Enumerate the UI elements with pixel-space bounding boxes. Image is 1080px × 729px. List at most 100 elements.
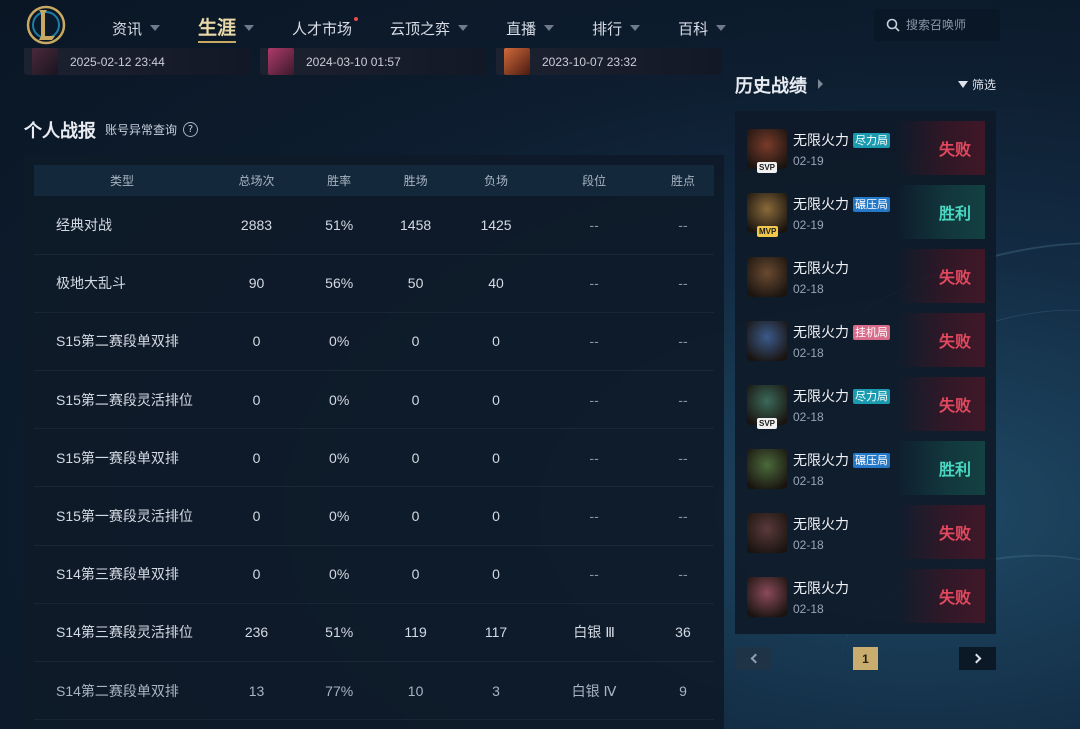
nav-item[interactable]: 人才市场: [292, 16, 359, 39]
match-row[interactable]: SVP 无限火力 尽力局 02-18 失败: [747, 377, 985, 433]
table-cell: --: [651, 312, 714, 372]
champion-avatar: SVP: [747, 129, 787, 173]
column-header: 胜率: [302, 165, 376, 196]
account-check-link[interactable]: 账号异常查询 ?: [105, 121, 199, 138]
filter-button[interactable]: 筛选: [958, 76, 996, 93]
column-header: 负场: [455, 165, 537, 196]
nav-item-label: 生涯: [198, 13, 237, 43]
table-cell: 0: [455, 370, 537, 430]
match-row[interactable]: 无限火力 碾压局 02-18 胜利: [747, 441, 985, 497]
match-row[interactable]: SVP 无限火力 尽力局 02-19 失败: [747, 121, 985, 177]
table-cell: 77%: [302, 661, 376, 721]
table-cell: 0: [455, 486, 537, 546]
match-tag: 尽力局: [853, 132, 890, 148]
match-row[interactable]: MVP 无限火力 碾压局 02-19 胜利: [747, 185, 985, 241]
table-cell: --: [536, 428, 652, 488]
game-mode: 无限火力: [793, 261, 849, 277]
chevron-right-icon[interactable]: [818, 79, 823, 89]
lol-logo-icon[interactable]: [26, 4, 66, 46]
match-result: 失败: [895, 505, 985, 559]
video-card[interactable]: 2025-02-12 23:44: [24, 48, 250, 75]
table-row: 经典对战 2883 51% 1458 1425 -- --: [34, 196, 714, 255]
table-cell: --: [651, 428, 714, 488]
match-result: 失败: [895, 121, 985, 175]
chevron-down-icon: [716, 25, 727, 31]
match-row[interactable]: 无限火力 02-18 失败: [747, 249, 985, 305]
match-result: 失败: [895, 313, 985, 367]
table-cell: 13: [210, 661, 303, 721]
champion-avatar: [747, 257, 787, 297]
table-cell: --: [651, 254, 714, 313]
column-header: 胜场: [375, 165, 456, 196]
table-cell: 0: [210, 428, 303, 488]
table-row: S14第三赛段单双排 0 0% 0 0 -- --: [34, 545, 714, 604]
table-cell: 0: [455, 545, 537, 604]
table-header: 类型 总场次 胜率 胜场 负场 段位 胜点: [34, 165, 714, 196]
table-cell: --: [651, 545, 714, 604]
next-page-button[interactable]: [959, 647, 996, 670]
queue-type-cell: S15第一赛段单双排: [34, 428, 210, 488]
video-card[interactable]: 2024-03-10 01:57: [260, 48, 486, 75]
game-mode: 无限火力: [793, 389, 849, 405]
nav-item[interactable]: 资讯: [112, 18, 161, 39]
filter-icon: [958, 81, 968, 88]
medal-badge: SVP: [757, 162, 778, 173]
nav-item[interactable]: 百科: [678, 18, 727, 39]
champion-avatar: SVP: [747, 385, 787, 429]
video-time: 2023-10-07 23:32: [542, 54, 637, 69]
table-cell: 50: [375, 254, 456, 313]
table-cell: 40: [455, 254, 537, 313]
queue-type-cell: S15第一赛段灵活排位: [34, 486, 210, 546]
table-row: S15第二赛段灵活排位 0 0% 0 0 -- --: [34, 370, 714, 430]
nav-item[interactable]: 云顶之弈: [390, 18, 469, 39]
nav-item-label: 云顶之弈: [390, 19, 451, 38]
match-row[interactable]: 无限火力 02-18 失败: [747, 569, 985, 625]
table-cell: 0: [375, 428, 456, 488]
table-cell: 9: [651, 661, 714, 721]
match-tag: 尽力局: [853, 388, 890, 404]
video-thumbnail: [504, 48, 530, 75]
nav-item[interactable]: 排行: [592, 18, 641, 39]
table-row: 极地大乱斗 90 56% 50 40 -- --: [34, 254, 714, 313]
match-row[interactable]: 无限火力 挂机局 02-18 失败: [747, 313, 985, 369]
account-check-label: 账号异常查询: [105, 123, 178, 137]
nav-item-label: 排行: [592, 19, 623, 38]
help-icon[interactable]: ?: [183, 122, 199, 137]
table-cell: 0%: [302, 370, 376, 430]
table-cell: 白银 Ⅳ: [536, 661, 652, 721]
table-cell: 51%: [302, 196, 376, 255]
table-cell: 119: [375, 603, 456, 663]
page-number[interactable]: 1: [853, 647, 878, 670]
match-result: 失败: [895, 377, 985, 431]
table-cell: --: [651, 370, 714, 430]
video-time: 2024-03-10 01:57: [306, 54, 401, 69]
video-card[interactable]: 2023-10-07 23:32: [496, 48, 722, 75]
nav-item-label: 资讯: [112, 19, 143, 38]
stats-table: 类型 总场次 胜率 胜场 负场 段位 胜点 经典对战 2883 51% 1458 1425 -- -- 极…: [34, 165, 714, 721]
champion-avatar: [747, 321, 787, 361]
nav-item-label: 人才市场: [292, 19, 353, 38]
match-tag: 挂机局: [853, 324, 890, 340]
search-box[interactable]: [874, 9, 1000, 41]
prev-page-button[interactable]: [735, 647, 772, 670]
nav-item[interactable]: 生涯: [198, 13, 255, 43]
table-cell: --: [536, 312, 652, 372]
search-icon: [886, 18, 900, 32]
table-row: S15第一赛段灵活排位 0 0% 0 0 -- --: [34, 486, 714, 546]
video-thumbnail: [268, 48, 294, 75]
table-cell: 0: [210, 370, 303, 430]
match-row[interactable]: 无限火力 02-18 失败: [747, 505, 985, 561]
nav-item[interactable]: 直播: [506, 18, 555, 39]
history-title[interactable]: 历史战绩: [735, 72, 807, 98]
table-row: S14第三赛段灵活排位 236 51% 119 117 白银 Ⅲ 36: [34, 603, 714, 663]
table-cell: 1458: [375, 196, 456, 255]
game-mode: 无限火力: [793, 453, 849, 469]
table-cell: --: [536, 196, 652, 255]
table-cell: 0: [210, 312, 303, 372]
search-input[interactable]: [906, 18, 996, 32]
table-row: S15第二赛段单双排 0 0% 0 0 -- --: [34, 312, 714, 372]
table-cell: 0: [455, 428, 537, 488]
champion-avatar: [747, 449, 787, 489]
medal-badge: SVP: [757, 418, 778, 429]
table-cell: 10: [375, 661, 456, 721]
